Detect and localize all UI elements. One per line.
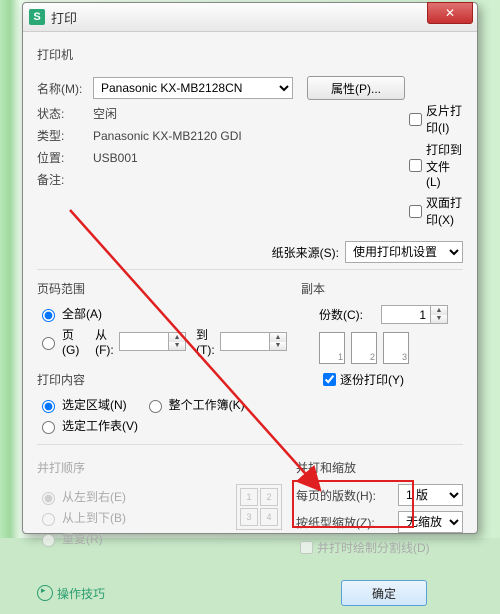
to-spinner[interactable]: ▲▼ xyxy=(220,332,287,351)
order-lr-radio xyxy=(42,492,55,505)
reverse-checkbox[interactable] xyxy=(409,113,422,126)
order-lr-label: 从左到右(E) xyxy=(62,488,126,505)
duplex-label: 双面打印(X) xyxy=(426,194,463,228)
content-sheets-radio[interactable] xyxy=(42,421,55,434)
range-pages-label: 页(G) xyxy=(62,326,81,357)
tips-label: 操作技巧 xyxy=(57,585,105,602)
paper-source-select[interactable]: 使用打印机设置 xyxy=(345,241,463,263)
scale-section-title: 并打和缩放 xyxy=(296,459,463,476)
order-section-title: 并打顺序 xyxy=(37,459,282,476)
from-label: 从(F): xyxy=(95,326,115,357)
printer-section-title: 打印机 xyxy=(37,46,463,63)
where-label: 位置: xyxy=(37,149,93,166)
order-repeat-label: 重复(R) xyxy=(62,530,103,547)
from-input[interactable] xyxy=(120,333,168,350)
name-label: 名称(M): xyxy=(37,80,93,97)
content-selection-label: 选定区域(N) xyxy=(62,396,127,413)
scale-select[interactable]: 无缩放 xyxy=(398,511,463,533)
printer-name-select[interactable]: Panasonic KX-MB2128CN xyxy=(93,77,293,99)
collate-checkbox[interactable] xyxy=(323,373,336,386)
source-label: 纸张来源(S): xyxy=(272,244,339,261)
order-preview-icon: 1234 xyxy=(236,484,282,530)
to-label: 到(T): xyxy=(196,326,216,357)
content-workbook-label: 整个工作簿(K) xyxy=(169,396,245,413)
app-icon: S xyxy=(29,9,45,25)
close-button[interactable]: ✕ xyxy=(427,2,473,24)
range-section-title: 页码范围 xyxy=(37,280,287,297)
tips-link[interactable]: 操作技巧 xyxy=(37,585,105,602)
drawlines-checkbox xyxy=(300,541,313,554)
tips-icon xyxy=(37,585,53,601)
divider-2 xyxy=(37,444,463,445)
divider xyxy=(37,269,463,270)
per-page-select[interactable]: 1 版 xyxy=(398,484,463,506)
status-label: 状态: xyxy=(37,105,93,122)
range-all-radio[interactable] xyxy=(42,309,55,322)
order-repeat-radio xyxy=(42,534,55,547)
copies-input[interactable] xyxy=(382,306,430,323)
content-workbook-radio[interactable] xyxy=(149,400,162,413)
order-tb-label: 从上到下(B) xyxy=(62,509,126,526)
from-spinner[interactable]: ▲▼ xyxy=(119,332,186,351)
tofile-checkbox[interactable] xyxy=(409,159,422,172)
per-page-label: 每页的版数(H): xyxy=(296,487,398,504)
scale-label: 按纸型缩放(Z): xyxy=(296,514,398,531)
content-sheets-label: 选定工作表(V) xyxy=(62,417,138,434)
reverse-label: 反片打印(I) xyxy=(426,102,463,136)
properties-button[interactable]: 属性(P)... xyxy=(307,76,405,100)
copies-spinner[interactable]: ▲▼ xyxy=(381,305,448,324)
dialog-title: 打印 xyxy=(51,8,427,27)
copies-section-title: 副本 xyxy=(301,280,463,297)
where-value: USB001 xyxy=(93,151,138,165)
collate-preview-icon: 1 2 3 xyxy=(319,332,463,364)
collate-label: 逐份打印(Y) xyxy=(340,371,404,388)
content-section-title: 打印内容 xyxy=(37,371,287,388)
status-value: 空闲 xyxy=(93,105,117,122)
to-input[interactable] xyxy=(221,333,269,350)
tofile-label: 打印到文件(L) xyxy=(426,141,463,189)
comment-label: 备注: xyxy=(37,171,93,188)
range-all-label: 全部(A) xyxy=(62,305,102,322)
titlebar: S 打印 ✕ xyxy=(23,3,477,32)
order-tb-radio xyxy=(42,513,55,526)
print-dialog: S 打印 ✕ 打印机 名称(M): Panasonic KX-MB2128CN … xyxy=(22,2,478,534)
content-selection-radio[interactable] xyxy=(42,400,55,413)
duplex-checkbox[interactable] xyxy=(409,205,422,218)
ok-button[interactable]: 确定 xyxy=(341,580,427,606)
type-value: Panasonic KX-MB2120 GDI xyxy=(93,129,242,143)
copies-label: 份数(C): xyxy=(319,306,381,323)
range-pages-radio[interactable] xyxy=(42,337,55,350)
type-label: 类型: xyxy=(37,127,93,144)
drawlines-label: 并打时绘制分割线(D) xyxy=(317,539,430,556)
